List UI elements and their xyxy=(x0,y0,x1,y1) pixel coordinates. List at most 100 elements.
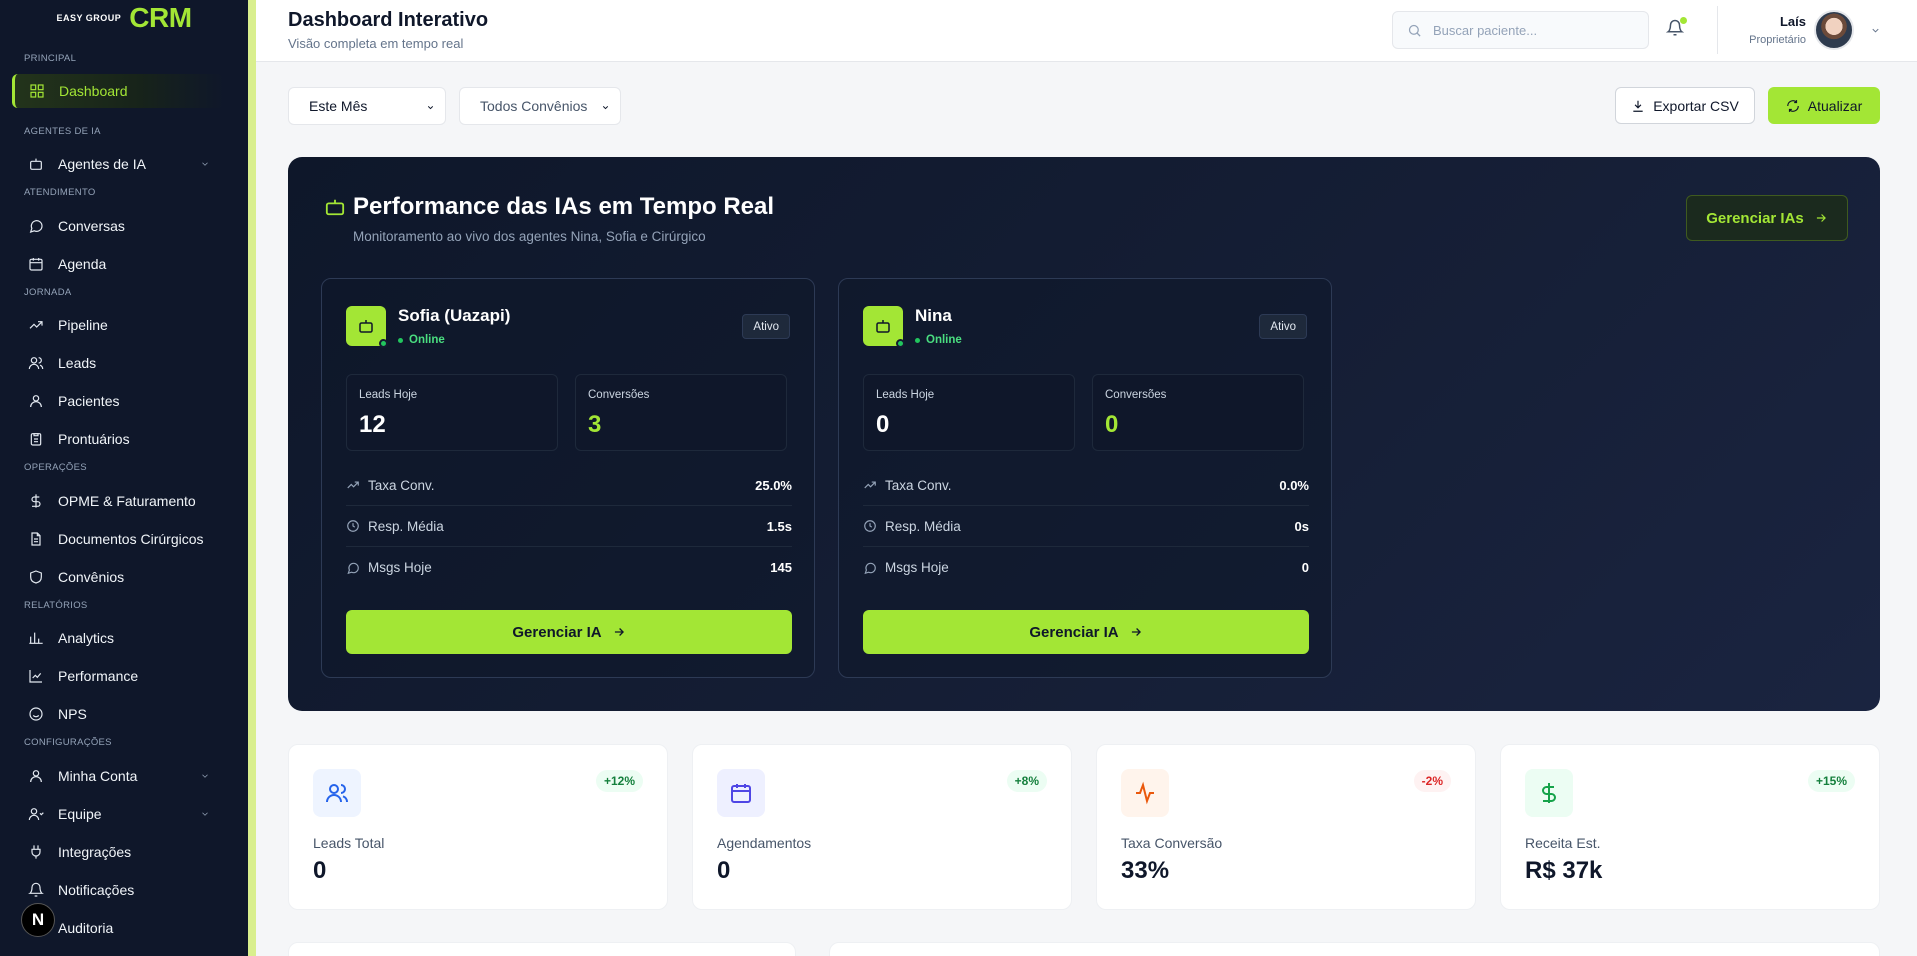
clipboard-icon xyxy=(30,433,42,446)
grid-icon xyxy=(30,84,44,98)
sidebar-item-pipeline[interactable]: Pipeline xyxy=(12,308,224,342)
notifications-button[interactable] xyxy=(1665,17,1688,41)
sidebar-item-label: Convênios xyxy=(58,569,125,585)
file-icon xyxy=(31,532,41,546)
metric-value: 0.0% xyxy=(1279,477,1309,493)
period-select[interactable]: Este Mês xyxy=(288,87,446,125)
chevron-down-icon xyxy=(427,106,434,110)
manage-ai-label: Gerenciar IA xyxy=(1029,623,1119,641)
ai-performance-panel: Performance das IAs em Tempo Real Monito… xyxy=(288,157,1880,711)
user-icon xyxy=(30,395,42,408)
shield-icon xyxy=(30,570,42,584)
sidebar-item-label: Performance xyxy=(58,668,139,684)
sidebar-item-conversas[interactable]: Conversas xyxy=(12,209,224,243)
panel-subtitle: Monitoramento ao vivo dos agentes Nina, … xyxy=(353,229,706,244)
plug-icon xyxy=(31,845,41,859)
manage-ais-button[interactable]: Gerenciar IAs xyxy=(1686,195,1848,241)
agent-status: Online xyxy=(915,334,962,346)
kpi-delta: +12% xyxy=(595,770,643,792)
sidebar-item-agenda[interactable]: Agenda xyxy=(12,247,224,281)
sidebar-item-pacientes[interactable]: Pacientes xyxy=(12,384,224,418)
chat-icon xyxy=(347,562,359,574)
line-chart-icon xyxy=(29,670,42,683)
search-input[interactable] xyxy=(1433,12,1633,48)
sidebar-item-documentos[interactable]: Documentos Cirúrgicos xyxy=(12,522,224,556)
sidebar-item-performance[interactable]: Performance xyxy=(12,659,224,693)
sidebar-item-opme[interactable]: OPME & Faturamento xyxy=(12,484,224,518)
refresh-icon xyxy=(1786,99,1799,112)
manage-ai-button[interactable]: Gerenciar IA xyxy=(346,610,792,654)
logo-name: CRM xyxy=(129,2,192,33)
sidebar-item-leads[interactable]: Leads xyxy=(12,346,224,380)
kpi-value: 0 xyxy=(313,857,327,884)
sidebar-item-label: Auditoria xyxy=(58,920,114,936)
team-icon xyxy=(28,808,44,821)
section-label-agentes: Agentes de IA xyxy=(24,126,101,137)
conversions-stat: Conversões 3 xyxy=(575,374,787,451)
sidebar-item-agentes-ia[interactable]: Agentes de IA xyxy=(12,147,224,181)
sidebar-item-minha-conta[interactable]: Minha Conta xyxy=(12,759,224,793)
notification-dot xyxy=(1680,17,1687,24)
arrow-right-icon xyxy=(1816,214,1826,222)
sidebar-item-label: Minha Conta xyxy=(58,768,138,784)
sidebar-item-integracoes[interactable]: Integrações xyxy=(12,835,224,869)
user-name[interactable]: Laís xyxy=(1706,14,1806,29)
chevron-down-icon[interactable] xyxy=(200,159,210,169)
page-title: Dashboard Interativo xyxy=(288,9,489,31)
logo-mark: EASY GROUP xyxy=(56,13,122,23)
kpi-card-taxa-conversao[interactable]: -2% Taxa Conversão 33% xyxy=(1096,744,1476,910)
assistant-badge[interactable]: N xyxy=(21,903,55,937)
sidebar-item-prontuarios[interactable]: Prontuários xyxy=(12,422,224,456)
manage-ai-button[interactable]: Gerenciar IA xyxy=(863,610,1309,654)
search-box[interactable] xyxy=(1392,11,1649,49)
kpi-card-agendamentos[interactable]: +8% Agendamentos 0 xyxy=(692,744,1072,910)
metric-label: Msgs Hoje xyxy=(368,560,432,575)
leads-today-stat: Leads Hoje 0 xyxy=(863,374,1075,451)
refresh-button[interactable]: Atualizar xyxy=(1768,87,1880,124)
export-csv-label: Exportar CSV xyxy=(1653,97,1739,114)
logo[interactable]: EASY GROUP CRM xyxy=(0,0,248,36)
page-subtitle: Visão completa em tempo real xyxy=(288,36,464,51)
user-role: Proprietário xyxy=(1749,34,1806,46)
stat-value: 0 xyxy=(876,411,890,438)
calendar-icon xyxy=(717,769,765,817)
insurance-select[interactable]: Todos Convênios xyxy=(459,87,621,125)
kpi-delta: +8% xyxy=(1006,770,1047,792)
chevron-down-icon[interactable] xyxy=(1870,25,1881,36)
clock-icon xyxy=(864,520,876,532)
sidebar-resize-handle[interactable] xyxy=(248,0,256,956)
sidebar-item-convenios[interactable]: Convênios xyxy=(12,560,224,594)
export-csv-button[interactable]: Exportar CSV xyxy=(1615,87,1755,124)
sidebar-item-label: Agenda xyxy=(58,256,107,272)
metric-row: Msgs Hoje 0 xyxy=(863,547,1309,588)
dollar-icon xyxy=(1525,769,1573,817)
section-label-jornada: Jornada xyxy=(24,287,72,298)
users-icon xyxy=(313,769,361,817)
user-icon xyxy=(30,770,42,783)
chevron-down-icon[interactable] xyxy=(200,771,210,781)
period-select-value: Este Mês xyxy=(309,98,368,114)
kpi-card-receita[interactable]: +15% Receita Est. R$ 37k xyxy=(1500,744,1880,910)
dollar-icon xyxy=(31,494,41,508)
stat-label: Conversões xyxy=(1105,389,1167,401)
sidebar-item-analytics[interactable]: Analytics xyxy=(12,621,224,655)
sidebar-item-label: OPME & Faturamento xyxy=(58,493,196,509)
chevron-down-icon[interactable] xyxy=(200,809,210,819)
metric-label: Resp. Média xyxy=(885,518,961,534)
sidebar-item-notificacoes[interactable]: Notificações xyxy=(12,873,224,907)
sidebar-item-label: Equipe xyxy=(58,806,102,822)
sidebar-item-nps[interactable]: NPS xyxy=(12,697,224,731)
bot-icon xyxy=(30,158,42,170)
manage-ais-label: Gerenciar IAs xyxy=(1706,209,1804,227)
stat-value: 0 xyxy=(1105,411,1119,438)
kpi-label: Agendamentos xyxy=(717,835,812,851)
sidebar-item-label: Pacientes xyxy=(58,393,120,409)
sidebar-item-dashboard[interactable]: Dashboard xyxy=(12,74,224,108)
metric-value: 1.5s xyxy=(766,518,792,534)
section-label-principal: Principal xyxy=(24,53,77,64)
kpi-card-leads[interactable]: +12% Leads Total 0 xyxy=(288,744,668,910)
agent-name: Nina xyxy=(915,306,952,325)
avatar[interactable] xyxy=(1814,10,1854,50)
kpi-delta: -2% xyxy=(1413,770,1451,792)
sidebar-item-equipe[interactable]: Equipe xyxy=(12,797,224,831)
